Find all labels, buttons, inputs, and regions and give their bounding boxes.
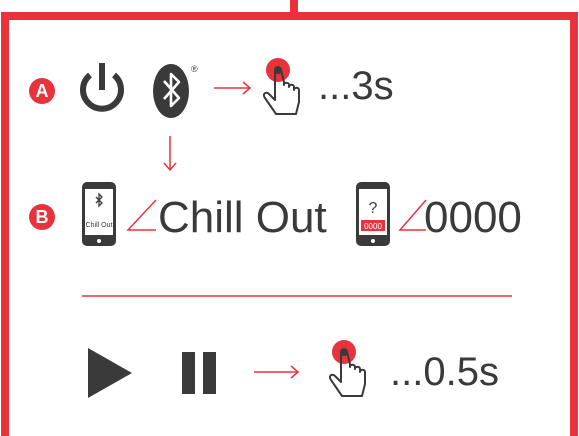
phone-pin-icon: ? 0000 [356, 182, 390, 246]
play-icon [88, 348, 132, 398]
pin-code: 0000 [424, 193, 522, 242]
pin-screen-value: 0000 [364, 222, 382, 231]
step-b-badge: B [29, 204, 55, 230]
arrow-right-icon [254, 365, 300, 379]
connector-line-1 [126, 199, 157, 231]
arrow-down-icon [163, 136, 177, 172]
step-c-hold-time: ...0.5s [390, 350, 499, 394]
tap-hand-icon [328, 340, 366, 397]
step-a-hold-time: ...3s [318, 64, 394, 108]
step-a-badge: A [29, 78, 55, 104]
pin-prompt-symbol: ? [369, 200, 378, 217]
device-name: Chill Out [158, 193, 327, 242]
phone-screen-label: Chill Out [86, 222, 113, 229]
bluetooth-icon: ® [153, 64, 198, 118]
tap-hand-icon [262, 58, 300, 115]
arrow-right-icon [214, 81, 252, 95]
phone-bluetooth-icon: Chill Out [82, 182, 116, 246]
registered-mark: ® [191, 64, 198, 74]
pause-icon [182, 352, 216, 394]
power-icon [80, 63, 124, 112]
